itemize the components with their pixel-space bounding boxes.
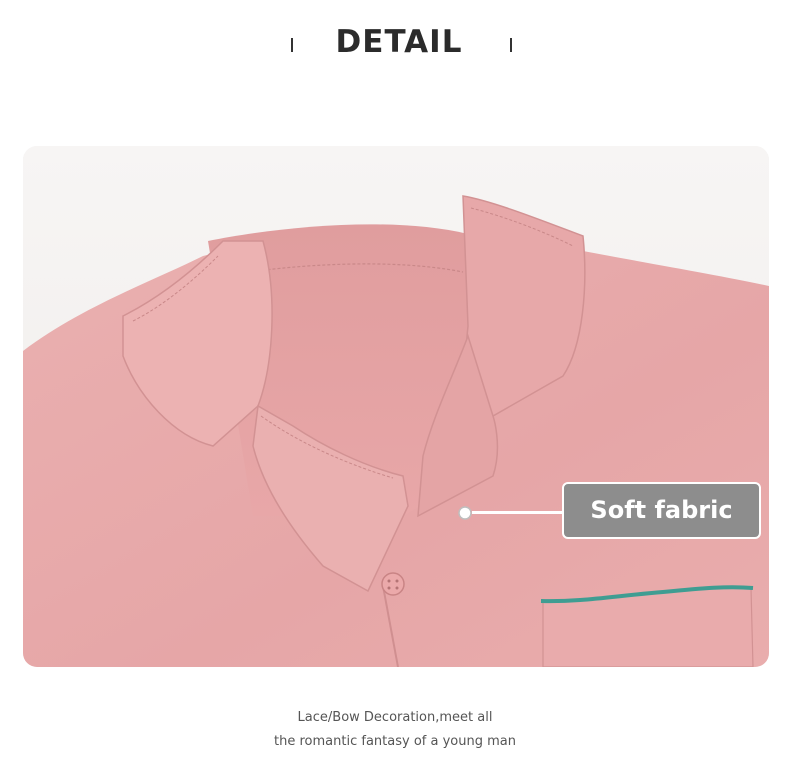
callout-label: Soft fabric bbox=[590, 496, 733, 524]
section-header: DETAIL bbox=[0, 0, 790, 100]
product-detail-photo: Soft fabric bbox=[23, 146, 769, 667]
caption-line-2: the romantic fantasy of a young man bbox=[274, 734, 516, 749]
section-title: DETAIL bbox=[335, 24, 463, 60]
caption-line-1: Lace/Bow Decoration,meet all bbox=[297, 710, 493, 725]
header-divider-right bbox=[510, 38, 512, 52]
